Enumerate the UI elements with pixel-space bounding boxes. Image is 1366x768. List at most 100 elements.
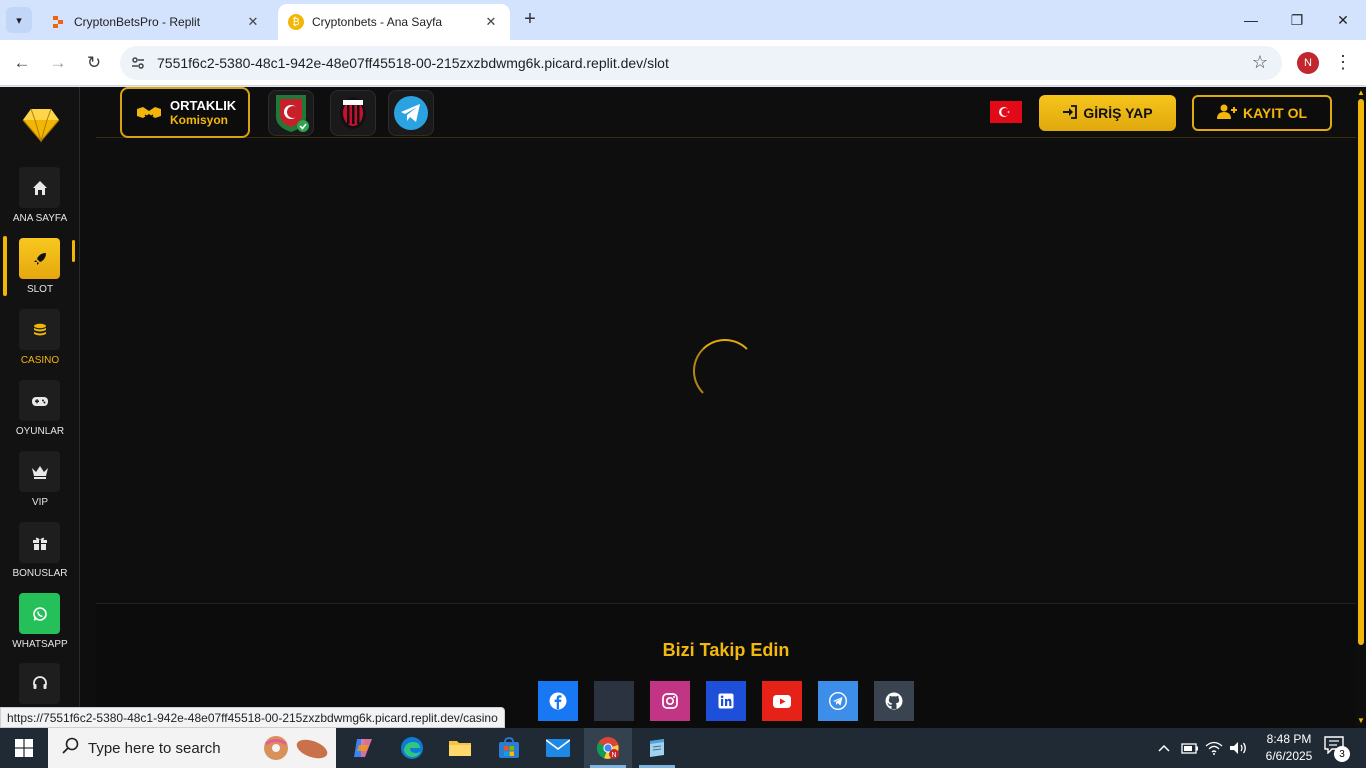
tab-search-button[interactable]: ▾ — [6, 7, 32, 33]
close-tab-icon[interactable]: ✕ — [244, 14, 262, 30]
facebook-link[interactable] — [538, 681, 578, 721]
team-crest-icon — [276, 95, 309, 132]
instagram-icon — [662, 693, 678, 709]
sidebar-item-oyunlar[interactable]: OYUNLAR — [0, 380, 80, 450]
windows-logo-icon — [15, 739, 33, 757]
browser-toolbar: ← → ↻ 7551f6c2-5380-48c1-942e-48e07ff455… — [0, 40, 1366, 86]
scroll-down-icon[interactable]: ▼ — [1357, 716, 1365, 725]
sidebar: ANA SAYFA SLOT CASINO OYUNLAR VIP BONUSL… — [0, 87, 80, 728]
gift-icon — [19, 522, 60, 563]
search-placeholder: Type here to search — [88, 739, 221, 757]
mail-icon — [546, 739, 570, 757]
speaker-icon — [1230, 742, 1246, 754]
taskbar-notepad[interactable] — [633, 728, 681, 768]
new-tab-button[interactable]: + — [518, 8, 542, 32]
tab-cryptonbets[interactable]: ₿ Cryptonbets - Ana Sayfa ✕ — [278, 4, 510, 40]
back-button[interactable]: ← — [10, 51, 34, 75]
taskbar-store[interactable] — [485, 728, 533, 768]
telegram-link[interactable] — [818, 681, 858, 721]
top-header: ORTAKLIK Komisyon GİRİŞ YAP KAYIT OL — [96, 87, 1356, 138]
search-icon — [62, 737, 82, 759]
sign-in-icon — [1062, 104, 1078, 122]
sidebar-item-label: VIP — [31, 497, 49, 508]
battery-button[interactable] — [1178, 728, 1202, 768]
diamond-logo-icon[interactable] — [22, 107, 60, 143]
link-status-bar: https://7551f6c2-5380-48c1-942e-48e07ff4… — [0, 707, 505, 728]
tab-replit[interactable]: CryptonBetsPro - Replit ✕ — [40, 4, 272, 40]
user-plus-icon — [1216, 104, 1237, 122]
footer-title: Bizi Takip Edin — [662, 640, 790, 660]
search-highlight-donut-icon — [260, 735, 330, 761]
sidebar-item-ana-sayfa[interactable]: ANA SAYFA — [0, 167, 80, 237]
gamepad-icon — [19, 380, 60, 421]
browser-menu-icon[interactable]: ⋮ — [1334, 50, 1352, 76]
taskbar-edge[interactable] — [388, 728, 436, 768]
bookmark-star-icon[interactable]: ☆ — [1252, 52, 1268, 73]
verified-team-badge-button[interactable] — [268, 90, 314, 136]
profile-avatar[interactable]: N — [1297, 52, 1319, 74]
sidebar-item-casino[interactable]: CASINO — [0, 309, 80, 379]
rocket-icon — [19, 238, 60, 279]
taskbar-copilot[interactable] — [339, 728, 387, 768]
ortaklik-title: ORTAKLIK — [170, 97, 237, 113]
taskbar-search-box[interactable]: Type here to search — [48, 728, 336, 768]
notification-center-button[interactable]: 3 — [1324, 736, 1350, 762]
register-button[interactable]: KAYIT OL — [1192, 95, 1332, 131]
address-bar[interactable]: 7551f6c2-5380-48c1-942e-48e07ff45518-00-… — [120, 46, 1282, 80]
taskbar-clock[interactable]: 8:48 PM 6/6/2025 — [1254, 731, 1324, 765]
copilot-icon — [354, 739, 372, 757]
taskbar-file-explorer[interactable] — [436, 728, 484, 768]
facebook-icon — [549, 692, 567, 710]
sidebar-item-slot[interactable]: SLOT — [0, 236, 80, 308]
telegram-header-button[interactable] — [388, 90, 434, 136]
show-hidden-icons-button[interactable] — [1152, 728, 1176, 768]
url-text: 7551f6c2-5380-48c1-942e-48e07ff45518-00-… — [157, 55, 669, 71]
crown-icon — [19, 451, 60, 492]
svg-text:N: N — [611, 752, 616, 759]
minimize-button[interactable]: — — [1228, 0, 1274, 40]
reload-button[interactable]: ↻ — [82, 51, 106, 75]
github-link[interactable] — [874, 681, 914, 721]
start-button[interactable] — [0, 728, 48, 768]
scroll-up-icon[interactable]: ▲ — [1357, 88, 1365, 97]
whatsapp-icon — [19, 593, 60, 634]
sidebar-item-bonuslar[interactable]: BONUSLAR — [0, 522, 80, 592]
telegram-icon — [829, 692, 847, 710]
page-scrollbar[interactable]: ▲ ▼ — [1356, 87, 1366, 728]
folder-icon — [449, 741, 471, 756]
browser-tab-bar: ▾ CryptonBetsPro - Replit ✕ ₿ Cryptonbet… — [0, 0, 1366, 40]
sidebar-item-label: OYUNLAR — [15, 426, 65, 437]
linkedin-icon — [718, 693, 734, 709]
bitcoin-favicon-icon: ₿ — [288, 14, 304, 30]
scrollbar-thumb[interactable] — [1358, 99, 1364, 645]
forward-button[interactable]: → — [46, 51, 70, 75]
restore-button[interactable]: ❐ — [1274, 0, 1320, 40]
x-link[interactable] — [594, 681, 634, 721]
site-settings-icon[interactable] — [130, 55, 146, 71]
linkedin-link[interactable] — [706, 681, 746, 721]
sidebar-item-whatsapp[interactable]: WHATSAPP — [0, 593, 80, 663]
loading-spinner — [693, 339, 757, 403]
login-button[interactable]: GİRİŞ YAP — [1039, 95, 1176, 131]
ortaklik-button[interactable]: ORTAKLIK Komisyon — [120, 87, 250, 138]
network-button[interactable] — [1202, 728, 1226, 768]
volume-button[interactable] — [1226, 728, 1250, 768]
instagram-link[interactable] — [650, 681, 690, 721]
close-window-button[interactable]: ✕ — [1320, 0, 1366, 40]
youtube-link[interactable] — [762, 681, 802, 721]
coins-icon — [19, 309, 60, 350]
wifi-icon — [1205, 741, 1223, 755]
ac-milan-button[interactable] — [330, 90, 376, 136]
ac-milan-crest-icon — [340, 97, 366, 129]
close-tab-icon[interactable]: ✕ — [482, 14, 500, 30]
sidebar-scroll-indicator — [72, 240, 75, 262]
telegram-icon — [394, 96, 428, 130]
clock-time: 8:48 PM — [1266, 732, 1312, 746]
sidebar-item-label: ANA SAYFA — [12, 213, 68, 224]
sidebar-item-vip[interactable]: VIP — [0, 451, 80, 521]
replit-favicon-icon — [50, 14, 66, 30]
turkish-flag-icon[interactable] — [990, 101, 1022, 123]
taskbar-mail[interactable] — [534, 728, 582, 768]
taskbar-chrome[interactable]: N — [584, 728, 632, 768]
github-icon — [885, 692, 903, 710]
